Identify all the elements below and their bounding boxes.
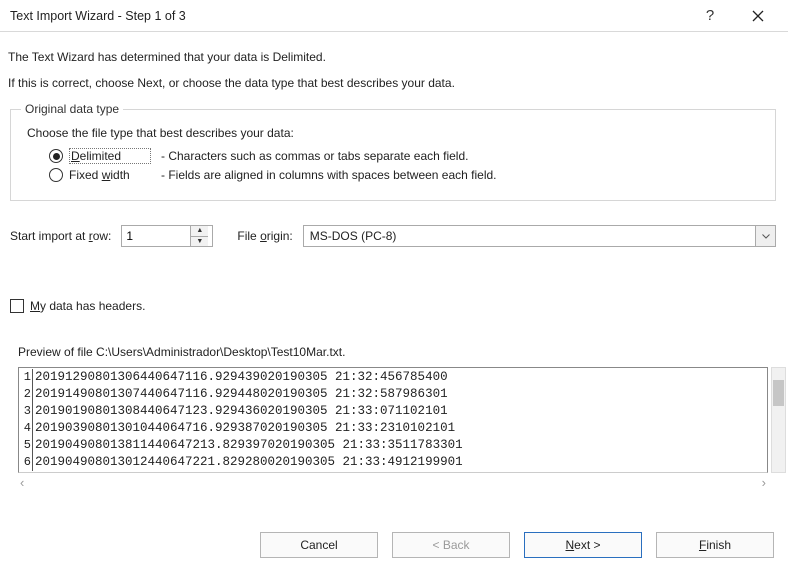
radio-delimited-label: Delimited	[69, 148, 151, 164]
intro-text-2: If this is correct, choose Next, or choo…	[8, 76, 778, 90]
radio-delimited-row[interactable]: Delimited - Characters such as commas or…	[49, 148, 765, 164]
file-origin-dropdown-button[interactable]	[755, 226, 775, 246]
hscroll-left-icon[interactable]: ‹	[18, 475, 26, 490]
spinner-up-icon[interactable]: ▲	[191, 226, 208, 237]
finish-button[interactable]: Finish	[656, 532, 774, 558]
line-number: 3	[19, 403, 33, 420]
preview-box: 120191290801306440647116.929439020190305…	[18, 367, 768, 473]
scrollbar-thumb[interactable]	[773, 380, 784, 406]
start-row-input[interactable]	[122, 226, 190, 246]
next-button[interactable]: Next >	[524, 532, 642, 558]
file-origin-value: MS-DOS (PC-8)	[304, 229, 755, 243]
intro-text-1: The Text Wizard has determined that your…	[8, 50, 778, 64]
line-number: 4	[19, 420, 33, 437]
group-legend: Original data type	[21, 102, 123, 116]
preview-line: 220191490801307440647116.929448020190305…	[19, 386, 767, 403]
import-start-row: Start import at row: ▲ ▼ File origin: MS…	[10, 225, 776, 247]
radio-fixed-width[interactable]	[49, 168, 63, 182]
close-button[interactable]	[738, 1, 778, 31]
button-bar: Cancel < Back Next > Finish	[260, 532, 774, 558]
line-number: 6	[19, 454, 33, 471]
chevron-down-icon	[762, 234, 770, 239]
line-text: 20190390801301044064716.929387020190305 …	[33, 420, 455, 437]
preview-vertical-scrollbar[interactable]	[771, 367, 786, 473]
preview-wrap: 120191290801306440647116.929439020190305…	[18, 367, 768, 490]
spinner-arrows: ▲ ▼	[190, 226, 208, 246]
line-number: 5	[19, 437, 33, 454]
preview-label: Preview of file C:\Users\Administrador\D…	[18, 345, 776, 359]
radio-fixed-label: Fixed width	[69, 168, 151, 182]
close-icon	[752, 10, 764, 22]
file-origin-label: File origin:	[237, 229, 292, 243]
hscroll-right-icon[interactable]: ›	[760, 475, 768, 490]
preview-line: 5201904908013811440647213.82939702019030…	[19, 437, 767, 454]
line-text: 201904908013012440647221.829280020190305…	[33, 454, 463, 471]
preview-line: 320190190801308440647123.929436020190305…	[19, 403, 767, 420]
choose-file-type-label: Choose the file type that best describes…	[27, 126, 765, 140]
preview-horizontal-scroll[interactable]: ‹ ›	[18, 473, 768, 490]
start-row-spinner[interactable]: ▲ ▼	[121, 225, 213, 247]
radio-delimited[interactable]	[49, 149, 63, 163]
preview-line: 6201904908013012440647221.82928002019030…	[19, 454, 767, 471]
line-text: 201904908013811440647213.829397020190305…	[33, 437, 463, 454]
line-text: 20191290801306440647116.929439020190305 …	[33, 369, 448, 386]
title-bar: Text Import Wizard - Step 1 of 3 ?	[0, 0, 788, 32]
dialog-content: The Text Wizard has determined that your…	[0, 32, 788, 490]
line-number: 1	[19, 369, 33, 386]
help-button[interactable]: ?	[690, 1, 730, 31]
radio-delimited-desc: - Characters such as commas or tabs sepa…	[161, 149, 468, 163]
back-button[interactable]: < Back	[392, 532, 510, 558]
cancel-button[interactable]: Cancel	[260, 532, 378, 558]
preview-line: 420190390801301044064716.929387020190305…	[19, 420, 767, 437]
headers-checkbox-row[interactable]: My data has headers.	[10, 299, 776, 313]
start-import-label: Start import at row:	[10, 229, 111, 243]
line-text: 20190190801308440647123.929436020190305 …	[33, 403, 448, 420]
radio-fixed-row[interactable]: Fixed width - Fields are aligned in colu…	[49, 168, 765, 182]
preview-line: 120191290801306440647116.929439020190305…	[19, 369, 767, 386]
line-number: 2	[19, 386, 33, 403]
headers-checkbox[interactable]	[10, 299, 24, 313]
headers-checkbox-label: My data has headers.	[30, 299, 145, 313]
original-data-type-group: Original data type Choose the file type …	[10, 102, 776, 201]
radio-fixed-desc: - Fields are aligned in columns with spa…	[161, 168, 497, 182]
line-text: 20191490801307440647116.929448020190305 …	[33, 386, 448, 403]
dialog-title: Text Import Wizard - Step 1 of 3	[10, 9, 690, 23]
file-origin-select[interactable]: MS-DOS (PC-8)	[303, 225, 776, 247]
spinner-down-icon[interactable]: ▼	[191, 237, 208, 247]
